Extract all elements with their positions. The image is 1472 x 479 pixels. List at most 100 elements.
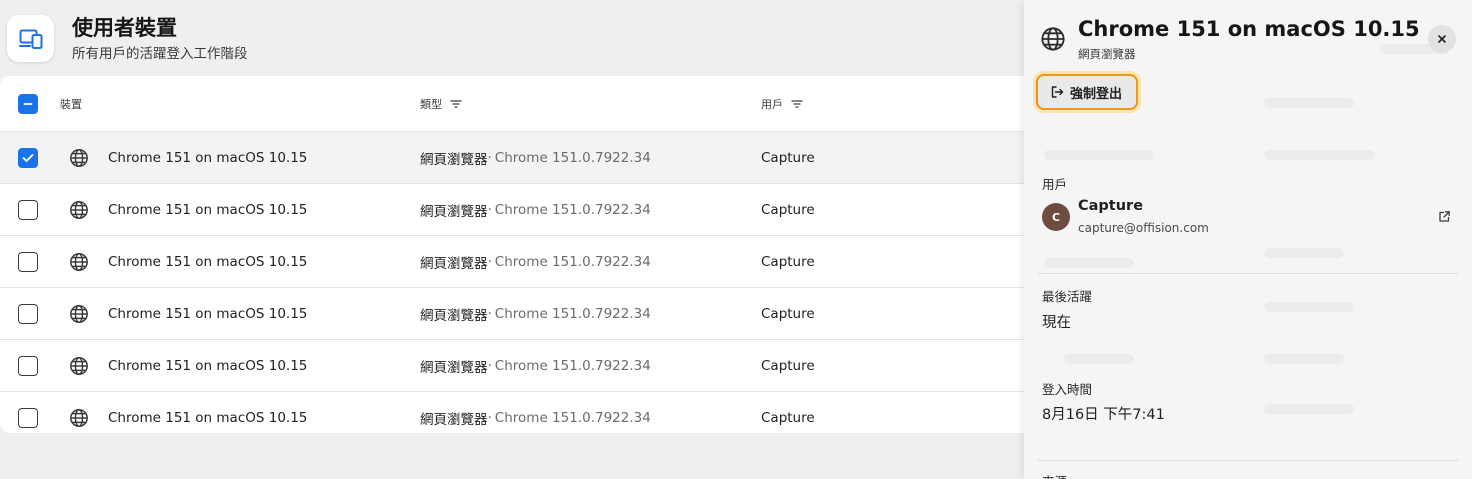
type-detail: Chrome 151.0.7922.34 — [494, 150, 651, 166]
row-checkbox[interactable] — [18, 356, 38, 376]
force-logout-button[interactable]: 強制登出 — [1036, 74, 1139, 110]
divider — [1038, 273, 1458, 274]
globe-icon — [1041, 27, 1065, 51]
type-detail: Chrome 151.0.7922.34 — [494, 254, 651, 270]
panel-user-name: Capture — [1078, 198, 1144, 214]
device-type: 網頁瀏覽器 · Chrome 151.0.7922.34 — [420, 132, 651, 184]
user-name: Capture — [761, 358, 815, 374]
row-icon-cell — [69, 236, 89, 288]
device-type: 網頁瀏覽器 · Chrome 151.0.7922.34 — [420, 288, 651, 340]
force-logout-focus-ring: 強制登出 — [1033, 71, 1142, 113]
table-row[interactable]: Chrome 151 on macOS 10.15 網頁瀏覽器 · Chrome 1… — [0, 392, 1030, 433]
select-all-checkbox[interactable] — [18, 94, 38, 114]
column-header-type: 類型 — [420, 98, 442, 111]
globe-icon — [70, 357, 88, 375]
logout-icon — [1051, 86, 1064, 98]
type-label: 網頁瀏覽器 — [420, 152, 488, 168]
type-separator: · — [487, 254, 492, 270]
device-name: Chrome 151 on macOS 10.15 — [108, 358, 308, 374]
table-row[interactable]: Chrome 151 on macOS 10.15 網頁瀏覽器 · Chrome 1… — [0, 184, 1030, 236]
ghost-text — [1044, 258, 1134, 268]
globe-icon — [70, 201, 88, 219]
device-name: Chrome 151 on macOS 10.15 — [108, 254, 308, 270]
row-icon-cell — [69, 132, 89, 184]
type-label: 網頁瀏覽器 — [420, 308, 488, 324]
device-name: Chrome 151 on macOS 10.15 — [108, 202, 308, 218]
header-cell-select — [18, 76, 38, 132]
devices-table: 裝置 類型 用戶 Chrome 151 on macOS 10.15 網頁瀏覽器… — [0, 76, 1030, 433]
header-cell-device: 裝置 — [60, 76, 82, 132]
ghost-text — [1064, 354, 1134, 364]
divider — [1038, 460, 1458, 461]
device-name: Chrome 151 on macOS 10.15 — [108, 410, 308, 426]
close-button[interactable] — [1428, 25, 1456, 53]
ghost-text — [1044, 150, 1154, 160]
row-select-cell — [18, 288, 38, 340]
row-checkbox[interactable] — [18, 200, 38, 220]
ghost-text — [1264, 354, 1344, 364]
ghost-text — [1264, 150, 1374, 160]
app-icon — [7, 15, 54, 62]
type-label: 網頁瀏覽器 — [420, 360, 488, 376]
user-name: Capture — [761, 254, 815, 270]
header-cell-type[interactable]: 類型 — [420, 76, 462, 132]
user-name: Capture — [761, 306, 815, 322]
device-name: Chrome 151 on macOS 10.15 — [108, 306, 308, 322]
type-detail: Chrome 151.0.7922.34 — [494, 410, 651, 426]
user-section-label: 用戶 — [1042, 177, 1068, 192]
source-label: 來源 — [1042, 471, 1067, 479]
check-icon — [22, 154, 34, 162]
filter-icon[interactable] — [791, 99, 803, 109]
page-title: 使用者裝置 — [72, 16, 177, 40]
row-checkbox[interactable] — [18, 304, 38, 324]
table-header: 裝置 類型 用戶 — [0, 76, 1030, 132]
globe-icon — [70, 253, 88, 271]
avatar: C — [1042, 203, 1070, 231]
devices-icon — [18, 29, 42, 49]
device-type: 網頁瀏覽器 · Chrome 151.0.7922.34 — [420, 236, 651, 288]
panel-user-email: capture@offision.com — [1078, 221, 1209, 235]
row-icon-cell — [69, 392, 89, 433]
device-type: 網頁瀏覽器 · Chrome 151.0.7922.34 — [420, 340, 651, 392]
table-row[interactable]: Chrome 151 on macOS 10.15 網頁瀏覽器 · Chrome 1… — [0, 288, 1030, 340]
user-name: Capture — [761, 202, 815, 218]
type-separator: · — [487, 202, 492, 218]
minus-icon — [23, 103, 33, 105]
external-link-icon[interactable] — [1438, 210, 1451, 223]
row-icon-cell — [69, 288, 89, 340]
type-separator: · — [487, 150, 492, 166]
globe-icon — [70, 305, 88, 323]
type-detail: Chrome 151.0.7922.34 — [494, 358, 651, 374]
ghost-text — [1264, 404, 1354, 414]
row-select-cell — [18, 340, 38, 392]
column-header-user: 用戶 — [761, 98, 783, 111]
row-select-cell — [18, 392, 38, 433]
login-time-label: 登入時間 — [1042, 382, 1093, 397]
panel-subtitle: 網頁瀏覽器 — [1078, 47, 1136, 61]
header-cell-user[interactable]: 用戶 — [761, 76, 803, 132]
ghost-text — [1264, 302, 1354, 312]
type-separator: · — [487, 358, 492, 374]
type-separator: · — [487, 410, 492, 426]
table-row[interactable]: Chrome 151 on macOS 10.15 網頁瀏覽器 · Chrome 1… — [0, 340, 1030, 392]
filter-icon[interactable] — [450, 99, 462, 109]
type-separator: · — [487, 306, 492, 322]
force-logout-label: 強制登出 — [1070, 86, 1123, 102]
close-icon — [1438, 35, 1446, 43]
last-active-value: 現在 — [1042, 315, 1071, 331]
row-checkbox[interactable] — [18, 252, 38, 272]
user-name: Capture — [761, 410, 815, 426]
table-row[interactable]: Chrome 151 on macOS 10.15 網頁瀏覽器 · Chrome 1… — [0, 132, 1030, 184]
device-detail-panel: Chrome 151 on macOS 10.15 網頁瀏覽器 強制登出 用戶 … — [1024, 0, 1472, 479]
type-label: 網頁瀏覽器 — [420, 204, 488, 220]
user-name: Capture — [761, 150, 815, 166]
panel-title: Chrome 151 on macOS 10.15 — [1078, 17, 1420, 41]
device-name: Chrome 151 on macOS 10.15 — [108, 150, 308, 166]
row-checkbox[interactable] — [18, 408, 38, 428]
login-time-value: 8月16日 下午7:41 — [1042, 407, 1165, 423]
type-label: 網頁瀏覽器 — [420, 412, 488, 428]
table-row[interactable]: Chrome 151 on macOS 10.15 網頁瀏覽器 · Chrome 1… — [0, 236, 1030, 288]
type-label: 網頁瀏覽器 — [420, 256, 488, 272]
row-checkbox[interactable] — [18, 148, 38, 168]
globe-icon — [70, 409, 88, 427]
